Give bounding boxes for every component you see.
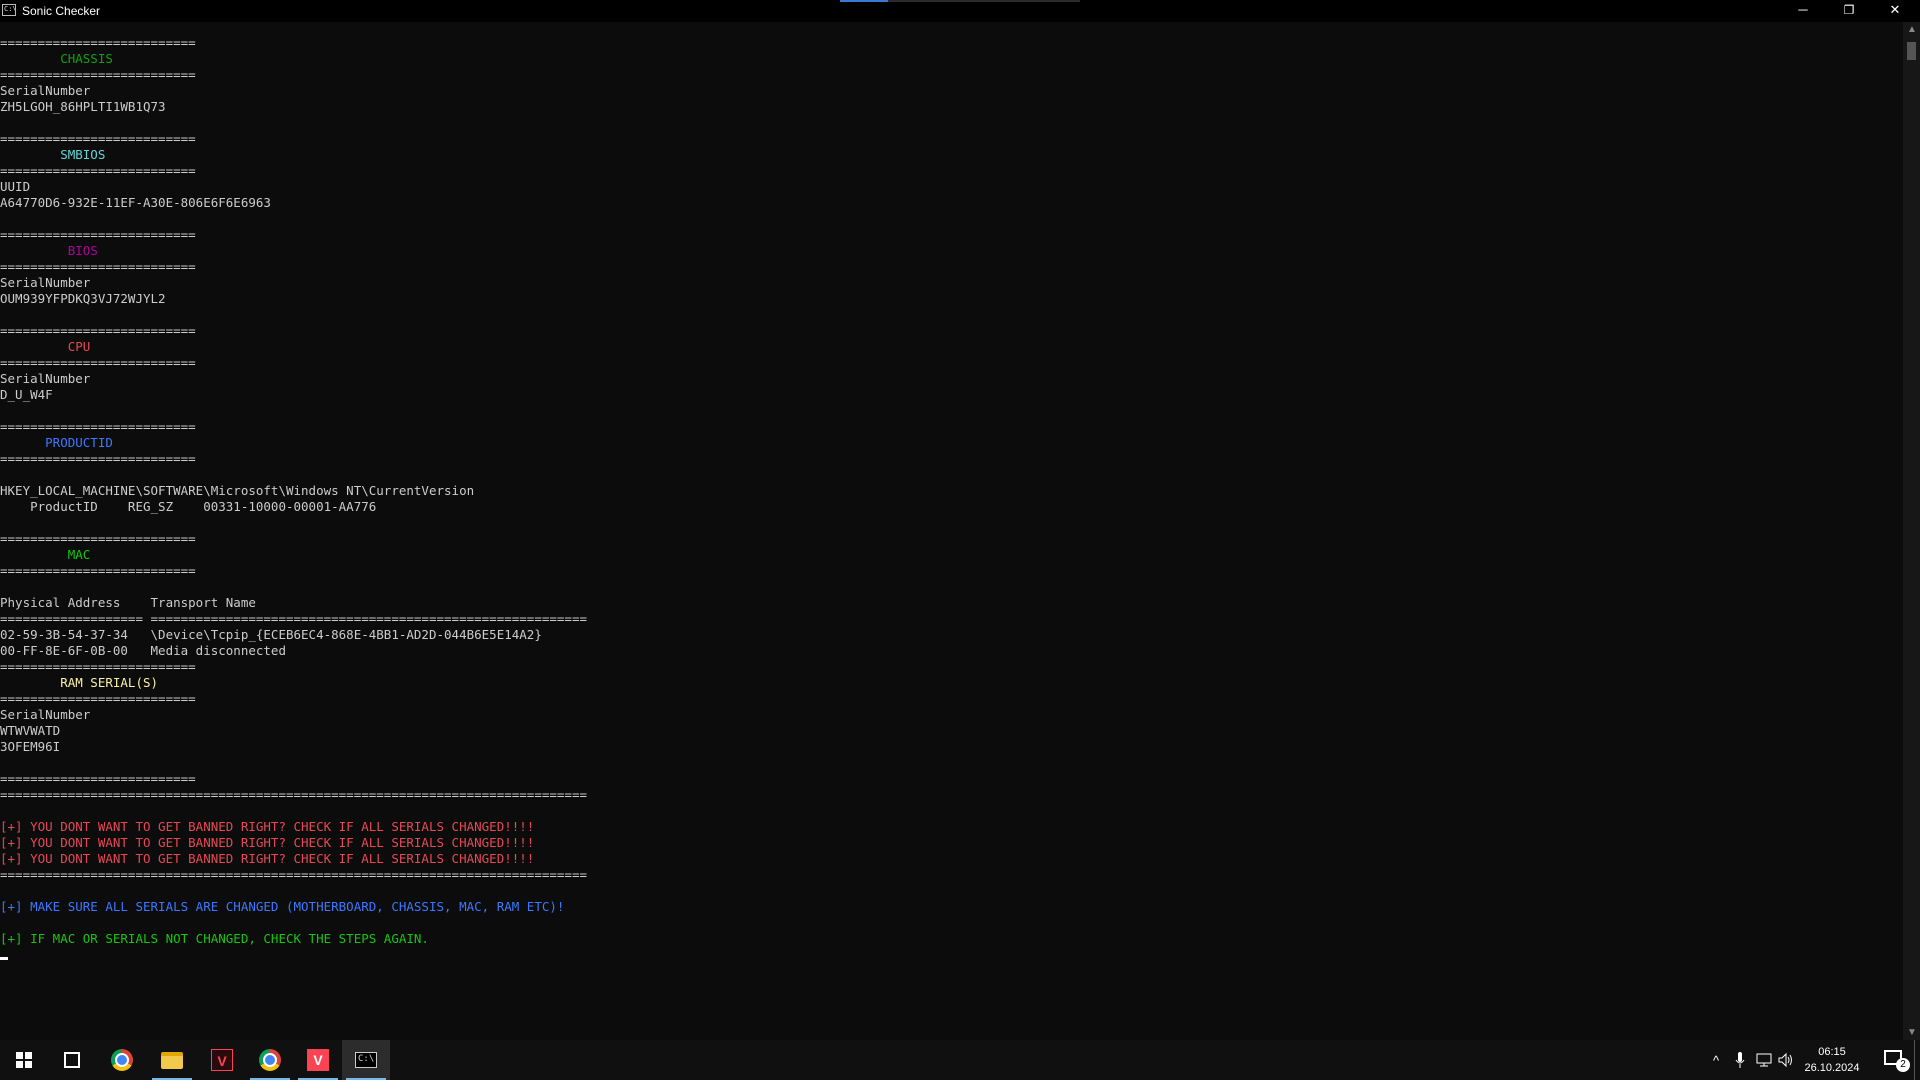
console-line: ========================== xyxy=(0,531,196,546)
console-line: 00-FF-8E-6F-0B-00 Media disconnected xyxy=(0,643,286,658)
console-line: ========================== xyxy=(0,259,196,274)
console-line: ========================== xyxy=(0,67,196,82)
console-line: SMBIOS xyxy=(0,147,106,162)
console-line: A64770D6-932E-11EF-A30E-806E6F6E6963 xyxy=(0,195,271,210)
notification-center-button[interactable]: 2 xyxy=(1882,1048,1912,1072)
chrome-icon xyxy=(259,1049,281,1071)
console-line: RAM SERIAL(S) xyxy=(0,675,159,690)
microphone-icon[interactable] xyxy=(1730,1040,1750,1080)
console-line: OUM939YFPDKQ3VJ72WJYL2 xyxy=(0,291,166,306)
taskbar-chrome-2[interactable] xyxy=(246,1040,294,1080)
console-line: PRODUCTID xyxy=(0,435,113,450)
network-icon[interactable] xyxy=(1754,1040,1774,1080)
console-line: ========================================… xyxy=(0,867,587,882)
console-line: SerialNumber xyxy=(0,275,91,290)
console-line: ZH5LGOH_86HPLTI1WB1Q73 xyxy=(0,99,166,114)
console-line: MAC xyxy=(0,547,91,562)
close-button[interactable]: ✕ xyxy=(1872,0,1918,22)
window-title: Sonic Checker xyxy=(22,4,101,18)
taskbar-valorant[interactable]: V xyxy=(198,1040,246,1080)
console-line: [+] YOU DONT WANT TO GET BANNED RIGHT? C… xyxy=(0,851,535,866)
task-view-button[interactable] xyxy=(48,1040,96,1080)
console-line: CHASSIS xyxy=(0,51,113,66)
text-cursor xyxy=(0,957,8,960)
console-line: ========================== xyxy=(0,355,196,370)
console-line: 3OFEM96I xyxy=(0,739,61,754)
title-accent-bar xyxy=(840,0,888,2)
console-icon: C:\ xyxy=(355,1052,377,1068)
windows-icon xyxy=(16,1052,32,1068)
console-line: WTWVWATD xyxy=(0,723,61,738)
title-accent-bar-2 xyxy=(888,0,1080,2)
title-bar: C:\ Sonic Checker ─ ❐ ✕ xyxy=(0,0,1920,22)
console-line: ========================== xyxy=(0,771,196,786)
show-desktop-button[interactable] xyxy=(1914,1040,1920,1080)
console-line: SerialNumber xyxy=(0,83,91,98)
valorant-icon: V xyxy=(211,1049,233,1071)
console-output[interactable]: ========================== CHASSIS ======… xyxy=(0,35,1900,1035)
task-view-icon xyxy=(64,1052,80,1068)
system-clock[interactable]: 06:15 26.10.2024 xyxy=(1792,1044,1872,1076)
console-line: SerialNumber xyxy=(0,707,91,722)
scroll-down-arrow-icon[interactable]: ▼ xyxy=(1907,1027,1917,1038)
console-line: BIOS xyxy=(0,243,98,258)
scrollbar-thumb[interactable] xyxy=(1907,42,1916,60)
chrome-icon xyxy=(111,1049,133,1071)
console-line: ========================== xyxy=(0,563,196,578)
console-line: =================== ====================… xyxy=(0,611,587,626)
taskbar: V V C:\ ^ 06:15 26.10.2024 2 xyxy=(0,1040,1920,1080)
console-line: [+] IF MAC OR SERIALS NOT CHANGED, CHECK… xyxy=(0,931,429,946)
console-line: ========================== xyxy=(0,691,196,706)
console-line: HKEY_LOCAL_MACHINE\SOFTWARE\Microsoft\Wi… xyxy=(0,483,475,498)
console-line: [+] MAKE SURE ALL SERIALS ARE CHANGED (M… xyxy=(0,899,565,914)
console-line: ========================== xyxy=(0,659,196,674)
console-line: ========================== xyxy=(0,227,196,242)
taskbar-chrome[interactable] xyxy=(98,1040,146,1080)
console-line: ========================== xyxy=(0,131,196,146)
show-hidden-icons-chevron-icon[interactable]: ^ xyxy=(1706,1040,1726,1080)
console-line: D_U_W4F xyxy=(0,387,53,402)
notification-count-badge: 2 xyxy=(1896,1058,1910,1072)
restore-button[interactable]: ❐ xyxy=(1826,0,1872,22)
console-line: CPU xyxy=(0,339,91,354)
console-line: ProductID REG_SZ 00331-10000-00001-AA776 xyxy=(0,499,377,514)
taskbar-valorant-2[interactable]: V xyxy=(294,1040,342,1080)
console-line: ========================================… xyxy=(0,787,587,802)
scroll-up-arrow-icon[interactable]: ▲ xyxy=(1907,24,1917,35)
console-line: 02-59-3B-54-37-34 \Device\Tcpip_{ECEB6EC… xyxy=(0,627,542,642)
console-line: Physical Address Transport Name xyxy=(0,595,256,610)
console-line: [+] YOU DONT WANT TO GET BANNED RIGHT? C… xyxy=(0,835,535,850)
console-line: SerialNumber xyxy=(0,371,91,386)
console-line: ========================== xyxy=(0,323,196,338)
console-line: [+] YOU DONT WANT TO GET BANNED RIGHT? C… xyxy=(0,819,535,834)
clock-time: 06:15 xyxy=(1818,1046,1846,1058)
console-line: ========================== xyxy=(0,419,196,434)
taskbar-console[interactable]: C:\ xyxy=(342,1040,390,1080)
console-line: ========================== xyxy=(0,35,196,50)
valorant-icon: V xyxy=(307,1049,329,1071)
console-line: UUID xyxy=(0,179,31,194)
minimize-button[interactable]: ─ xyxy=(1780,0,1826,22)
console-line: ========================== xyxy=(0,451,196,466)
clock-date: 26.10.2024 xyxy=(1804,1062,1860,1074)
folder-icon xyxy=(161,1051,183,1069)
start-button[interactable] xyxy=(0,1040,48,1080)
console-line: ========================== xyxy=(0,163,196,178)
vertical-scrollbar[interactable]: ▲ ▼ xyxy=(1903,22,1920,1040)
taskbar-file-explorer[interactable] xyxy=(148,1040,196,1080)
console-icon: C:\ xyxy=(2,4,16,16)
